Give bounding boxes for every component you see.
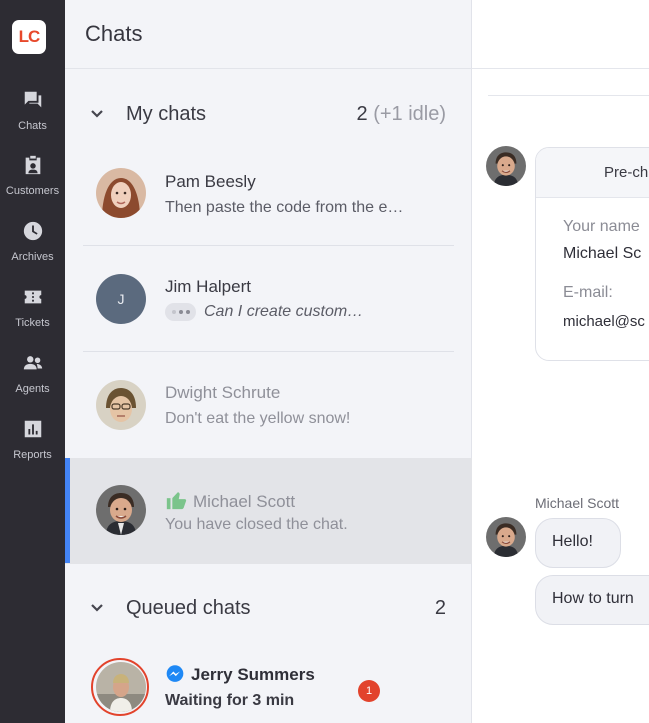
agents-icon: [22, 348, 44, 379]
customers-icon: [22, 150, 44, 181]
my-chats-header[interactable]: My chats 2 (+1 idle): [65, 97, 472, 137]
nav-item-label: Archives: [11, 251, 54, 263]
chat-row-michael-scott[interactable]: Michael Scott You have closed the chat.: [65, 458, 472, 564]
archives-icon: [22, 216, 44, 247]
section-count: 2: [434, 597, 446, 619]
avatar: J: [96, 274, 146, 324]
field-label: Your name: [563, 218, 640, 235]
app: LC Chats Customers Archives Tickets Agen…: [0, 0, 649, 723]
tickets-icon: [22, 282, 44, 313]
chat-row-jim-halpert[interactable]: J Jim Halpert Can I create custom…: [65, 246, 472, 352]
nav-item-label: Reports: [13, 449, 52, 461]
message-bubble: Hello!: [535, 518, 621, 568]
prechat-survey-card: Pre-ch Your name Michael Sc E-mail: mich…: [535, 147, 649, 361]
nav-item-label: Agents: [15, 383, 50, 395]
nav-item-reports[interactable]: Reports: [0, 414, 65, 474]
panel-header: Chats: [65, 0, 472, 69]
field-value: Michael Sc: [563, 245, 642, 262]
unread-badge: 1: [358, 680, 380, 702]
chat-row-jerry-summers[interactable]: Jerry Summers Waiting for 3 min: [65, 646, 472, 723]
chat-area: Pre-ch Your name Michael Sc E-mail: mich…: [472, 0, 649, 723]
card-title: Pre-ch: [604, 164, 649, 181]
nav-item-agents[interactable]: Agents: [0, 348, 65, 408]
avatar: [96, 380, 146, 430]
contact-name: Pam Beesly: [165, 172, 256, 191]
section-title: My chats: [126, 103, 207, 125]
page-title: Chats: [85, 21, 143, 46]
avatar: [486, 517, 526, 557]
avatar: [96, 485, 146, 535]
message-bubble: How to turn: [535, 575, 649, 625]
nav-item-chats[interactable]: Chats: [0, 85, 65, 145]
field-label: E-mail:: [563, 284, 613, 301]
section-count: 2 (+1 idle): [356, 103, 447, 125]
chat-header: [472, 0, 649, 69]
section-title: Queued chats: [126, 597, 251, 619]
last-message: Can I create custom…: [204, 303, 364, 321]
last-message: You have closed the chat.: [165, 516, 348, 533]
chevron-down-icon[interactable]: [89, 106, 105, 122]
nav-item-label: Chats: [18, 120, 47, 132]
typing-preview: Can I create custom…: [165, 303, 363, 321]
last-message: Then paste the code from the e…: [165, 199, 404, 216]
active-indicator: [65, 458, 70, 563]
chats-panel: Chats My chats 2 (+1 idle) Pam Beesly Th…: [65, 0, 472, 723]
nav-item-tickets[interactable]: Tickets: [0, 282, 65, 342]
messenger-icon: [165, 665, 191, 684]
reports-icon: [22, 414, 44, 445]
avatar: [96, 662, 146, 712]
queued-chats-header[interactable]: Queued chats 2: [65, 591, 472, 631]
card-header: Pre-ch: [536, 148, 649, 198]
divider: [488, 95, 649, 96]
contact-name-line: Michael Scott: [165, 489, 295, 512]
waiting-time: Waiting for 3 min: [165, 692, 295, 709]
avatar: [96, 168, 146, 218]
chats-icon: [22, 85, 44, 116]
typing-indicator-icon: [165, 303, 196, 321]
contact-name: Jerry Summers: [191, 665, 315, 684]
chat-row-pam-beesly[interactable]: Pam Beesly Then paste the code from the …: [65, 140, 472, 246]
field-value: michael@sc: [563, 313, 645, 330]
thumbs-up-icon: [165, 492, 193, 511]
livechat-logo: LC: [12, 20, 46, 54]
contact-name-line: Jerry Summers: [165, 664, 315, 685]
nav-item-label: Customers: [5, 185, 60, 197]
avatar: [486, 146, 526, 186]
nav-item-customers[interactable]: Customers: [0, 150, 65, 210]
contact-name: Dwight Schrute: [165, 383, 281, 402]
contact-name: Michael Scott: [193, 492, 296, 511]
left-nav: LC Chats Customers Archives Tickets Agen…: [0, 0, 65, 723]
nav-item-archives[interactable]: Archives: [0, 216, 65, 276]
nav-item-label: Tickets: [15, 317, 50, 329]
contact-name: Jim Halpert: [165, 277, 251, 296]
chat-row-dwight-schrute[interactable]: Dwight Schrute Don't eat the yellow snow…: [65, 352, 472, 458]
last-message: Don't eat the yellow snow!: [165, 410, 351, 427]
chevron-down-icon[interactable]: [89, 600, 105, 616]
message-sender: Michael Scott: [535, 495, 620, 511]
